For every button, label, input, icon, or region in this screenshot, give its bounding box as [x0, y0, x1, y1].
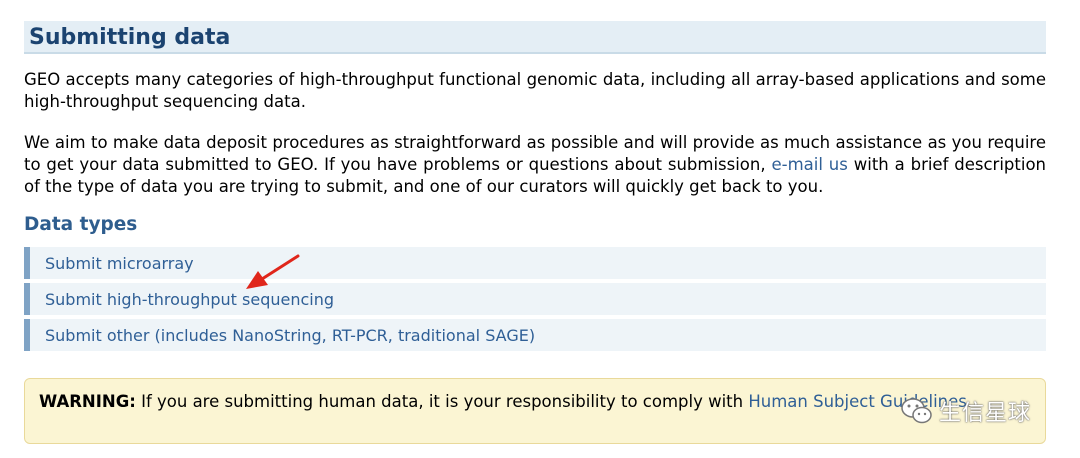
warning-text: If you are submitting human data, it is …: [135, 392, 749, 411]
data-types-list: Submit microarray Submit high-throughput…: [24, 247, 1046, 355]
intro-paragraph: GEO accepts many categories of high-thro…: [24, 69, 1046, 113]
warning-label: WARNING:: [39, 392, 136, 411]
watermark: 生信星球: [900, 393, 1060, 429]
red-arrow-annotation: [246, 254, 300, 289]
submit-microarray-link[interactable]: Submit microarray: [24, 247, 1046, 279]
watermark-text: 生信星球: [939, 401, 1032, 426]
warning-box: WARNING: If you are submitting human dat…: [24, 378, 1046, 444]
email-us-link[interactable]: e-mail us: [771, 155, 847, 174]
submit-sequencing-link[interactable]: Submit high-throughput sequencing: [24, 283, 1046, 315]
section-header: Submitting data: [24, 21, 1046, 54]
submit-other-link[interactable]: Submit other (includes NanoString, RT-PC…: [24, 319, 1046, 351]
data-types-heading: Data types: [24, 214, 138, 235]
wechat-icon: [901, 398, 932, 424]
intro-text: GEO accepts many categories of high-thro…: [24, 70, 1046, 111]
assistance-paragraph: We aim to make data deposit procedures a…: [24, 132, 1046, 198]
page-title: Submitting data: [29, 25, 231, 50]
